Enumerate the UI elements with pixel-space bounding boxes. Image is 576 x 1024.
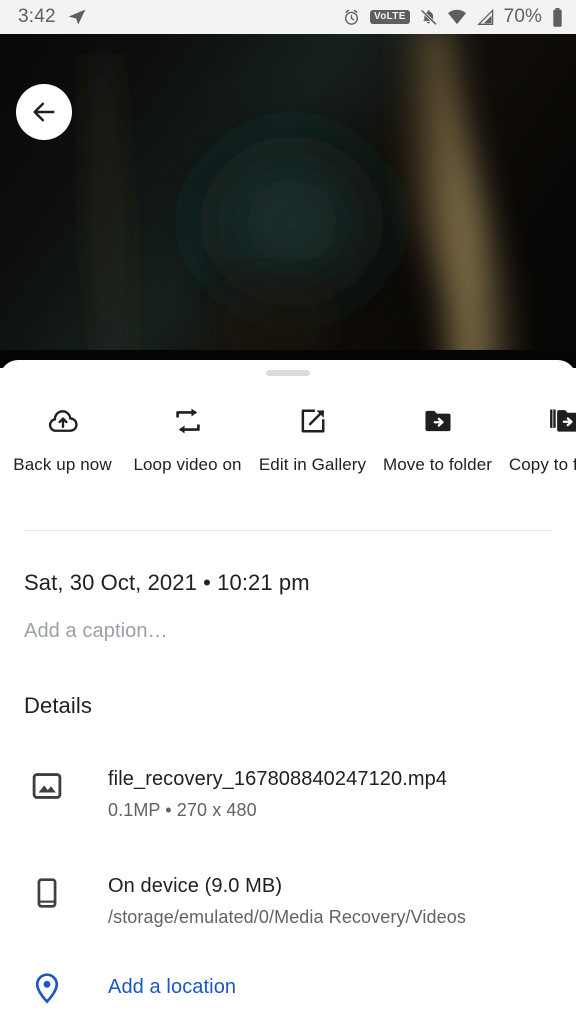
wifi-icon xyxy=(447,9,466,25)
detail-file-body: file_recovery_167808840247120.mp4 0.1MP … xyxy=(76,766,447,822)
detail-row-file[interactable]: file_recovery_167808840247120.mp4 0.1MP … xyxy=(0,766,576,822)
info-bottom-sheet: Back up now Loop video on Edit in Galler… xyxy=(0,360,576,1024)
action-loop-video[interactable]: Loop video on xyxy=(125,390,250,476)
cloud-upload-icon xyxy=(47,404,79,438)
arrow-left-icon xyxy=(33,102,55,122)
copy-to-folder-icon xyxy=(547,404,576,438)
action-label: Loop video on xyxy=(133,455,242,474)
detail-row-add-location[interactable]: Add a location xyxy=(0,968,576,1005)
notifications-muted-icon xyxy=(419,8,437,26)
file-path: /storage/emulated/0/Media Recovery/Video… xyxy=(108,907,466,927)
battery-icon xyxy=(553,7,562,27)
sheet-drag-handle[interactable] xyxy=(266,370,310,376)
detail-location-body: Add a location xyxy=(76,974,236,1000)
phone-icon xyxy=(30,873,76,910)
detail-device-body: On device (9.0 MB) /storage/emulated/0/M… xyxy=(76,873,466,929)
add-location-label: Add a location xyxy=(108,975,237,998)
action-edit-in-gallery[interactable]: Edit in Gallery xyxy=(250,390,375,476)
cellular-signal-icon xyxy=(476,8,493,25)
details-heading: Details xyxy=(24,693,92,718)
action-move-to-folder[interactable]: Move to folder xyxy=(375,390,500,476)
section-divider xyxy=(24,530,552,531)
file-name: file_recovery_167808840247120.mp4 xyxy=(108,768,448,790)
file-resolution: 0.1MP • 270 x 480 xyxy=(108,800,257,820)
folder-move-icon xyxy=(422,404,454,438)
photos-video-info-screen: 3:42 VoLTE 70% Back up now Loop video on… xyxy=(0,0,576,1024)
status-bar-right: VoLTE 70% xyxy=(342,6,564,28)
location-pin-icon xyxy=(30,968,76,1005)
alarm-clock-icon xyxy=(344,9,359,25)
video-preview[interactable] xyxy=(0,34,576,368)
detail-row-device[interactable]: On device (9.0 MB) /storage/emulated/0/M… xyxy=(0,873,576,929)
status-clock: 3:42 xyxy=(18,6,56,27)
device-storage-size: On device (9.0 MB) xyxy=(108,875,283,897)
action-copy-to-folder[interactable]: Copy to folder xyxy=(500,390,576,476)
battery-percentage: 70% xyxy=(503,6,542,27)
back-button[interactable] xyxy=(16,84,72,140)
open-in-new-icon xyxy=(297,404,329,438)
caption-input[interactable]: Add a caption… xyxy=(24,620,168,643)
video-frame-image xyxy=(0,34,576,368)
action-back-up-now[interactable]: Back up now xyxy=(0,390,125,476)
capture-date-time: Sat, 30 Oct, 2021 • 10:21 pm xyxy=(24,570,310,595)
telegram-plane-icon xyxy=(68,9,86,25)
action-label: Edit in Gallery xyxy=(258,455,367,474)
loop-video-icon xyxy=(172,404,204,438)
volte-badge: VoLTE xyxy=(369,10,410,24)
image-icon xyxy=(30,766,76,803)
quick-actions-row[interactable]: Back up now Loop video on Edit in Galler… xyxy=(0,390,576,476)
status-bar: 3:42 VoLTE 70% xyxy=(0,0,576,34)
action-label: Copy to folder xyxy=(508,455,576,474)
status-bar-left: 3:42 xyxy=(18,6,87,28)
action-label: Move to folder xyxy=(382,455,493,474)
action-label: Back up now xyxy=(13,455,112,474)
